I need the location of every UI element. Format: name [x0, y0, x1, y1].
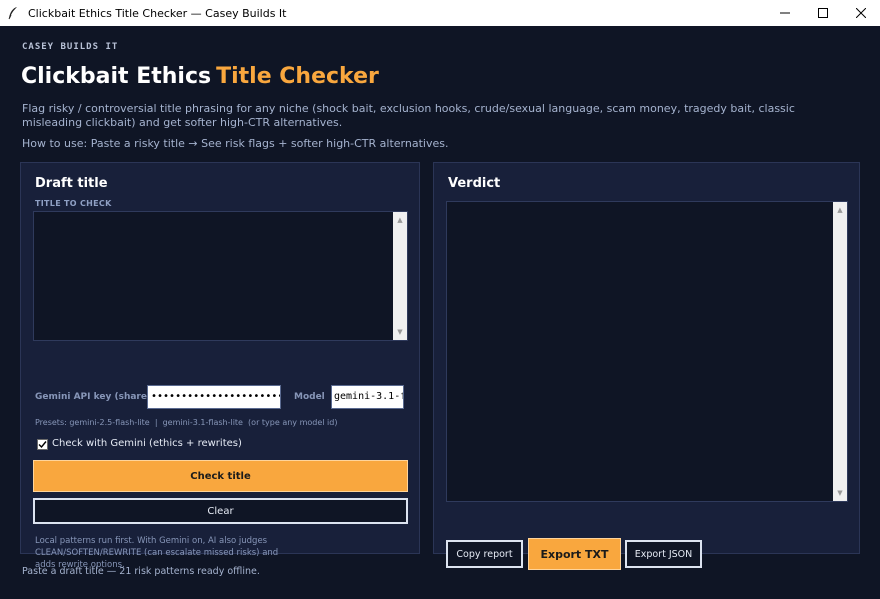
how-to-text: How to use: Paste a risky title → See ri… [22, 137, 449, 150]
verdict-output[interactable]: ▲ ▼ [446, 201, 848, 502]
presets-hint: Presets: gemini-2.5-flash-lite | gemini-… [35, 418, 338, 427]
title-input-scrollbar[interactable]: ▲ ▼ [393, 212, 407, 340]
title-field-label: TITLE TO CHECK [35, 199, 112, 208]
scroll-down-icon[interactable]: ▼ [393, 325, 407, 339]
draft-panel-title: Draft title [35, 176, 108, 191]
gemini-checkbox[interactable] [37, 439, 48, 450]
minimize-icon [780, 12, 790, 14]
model-input[interactable]: gemini-3.1-f [331, 385, 404, 409]
app-window: CASEY BUILDS IT Clickbait Ethics Title Ch… [0, 26, 880, 599]
maximize-button[interactable] [804, 0, 842, 26]
draft-panel: Draft title TITLE TO CHECK ▲ ▼ Gemini AP… [20, 162, 420, 570]
export-txt-button[interactable]: Export TXT [528, 538, 621, 570]
close-icon [856, 8, 866, 18]
model-label: Model [294, 392, 325, 402]
copy-report-button[interactable]: Copy report [446, 540, 523, 568]
title-input[interactable]: ▲ ▼ [33, 211, 408, 341]
page-title-accent: Title Checker [216, 64, 379, 89]
close-button[interactable] [842, 0, 880, 26]
gemini-checkbox-label[interactable]: Check with Gemini (ethics + rewrites) [52, 438, 242, 449]
clear-button[interactable]: Clear [33, 498, 408, 524]
checkmark-icon [38, 441, 47, 449]
verdict-panel: Verdict ▲ ▼ Copy report Export TXT Expor… [433, 162, 860, 570]
status-bar: Paste a draft title — 21 risk patterns r… [22, 566, 260, 577]
api-key-label: Gemini API key (shared) [35, 392, 158, 402]
window-titlebar: Clickbait Ethics Title Checker — Casey B… [0, 0, 880, 26]
page-title: Clickbait Ethics Title Checker [21, 64, 379, 89]
scroll-up-icon[interactable]: ▲ [833, 203, 847, 217]
verdict-panel-title: Verdict [448, 176, 501, 191]
scroll-down-icon[interactable]: ▼ [833, 486, 847, 500]
feather-icon [0, 0, 26, 26]
page-title-main: Clickbait Ethics [21, 64, 212, 89]
verdict-output-scrollbar[interactable]: ▲ ▼ [833, 202, 847, 501]
minimize-button[interactable] [766, 0, 804, 26]
check-title-button[interactable]: Check title [33, 460, 408, 492]
brand-label: CASEY BUILDS IT [22, 42, 119, 52]
window-title: Clickbait Ethics Title Checker — Casey B… [28, 6, 287, 20]
maximize-icon [818, 8, 828, 18]
api-key-input[interactable]: •••••••••••••••••••••••••• [147, 385, 281, 409]
scroll-up-icon[interactable]: ▲ [393, 213, 407, 227]
page-description: Flag risky / controversial title phrasin… [22, 102, 795, 129]
export-json-button[interactable]: Export JSON [625, 540, 702, 568]
